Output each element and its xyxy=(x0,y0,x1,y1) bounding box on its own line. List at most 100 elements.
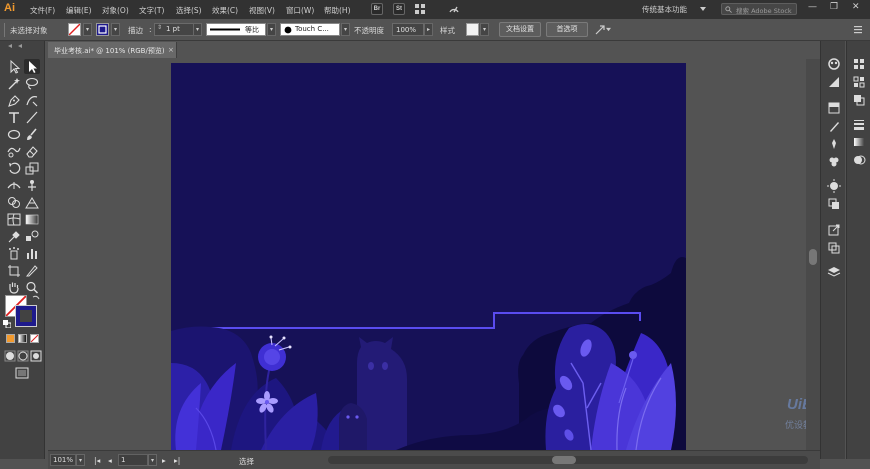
variable-width-profile[interactable]: 等比 xyxy=(206,23,266,36)
close-window-button[interactable]: ✕ xyxy=(852,2,860,12)
stroke-panel-icon[interactable] xyxy=(852,117,866,131)
gradient-panel-icon[interactable] xyxy=(852,135,866,149)
screen-mode-icon[interactable] xyxy=(14,366,30,380)
width-tool-icon[interactable] xyxy=(6,178,22,193)
stepper-arrows-icon[interactable]: ⇕ xyxy=(157,24,162,31)
pathfinder-icon[interactable] xyxy=(852,93,866,107)
symbol-sprayer-tool-icon[interactable] xyxy=(6,246,22,261)
align-icon[interactable] xyxy=(852,57,866,71)
panel-collapse-icon[interactable] xyxy=(6,44,38,48)
first-page-button[interactable]: |◂ xyxy=(94,456,100,465)
stroke-dropdown[interactable]: ▾ xyxy=(111,23,120,36)
graphic-style-dropdown[interactable]: ▾ xyxy=(480,23,489,36)
puppet-warp-tool-icon[interactable] xyxy=(24,178,40,193)
scale-tool-icon[interactable] xyxy=(24,161,40,176)
zoom-field[interactable]: 101% xyxy=(50,454,76,466)
direct-selection-tool-icon[interactable] xyxy=(24,59,40,74)
eraser-tool-icon[interactable] xyxy=(24,144,40,159)
menu-view[interactable]: 视图(V) xyxy=(249,5,275,16)
menu-window[interactable]: 窗口(W) xyxy=(286,5,314,16)
menu-select[interactable]: 选择(S) xyxy=(176,5,202,16)
stock-search-input[interactable]: 搜索 Adobe Stock xyxy=(721,3,797,15)
appearance-icon[interactable] xyxy=(827,179,841,193)
perspective-grid-tool-icon[interactable] xyxy=(24,195,40,210)
graphic-style-swatch[interactable] xyxy=(466,23,479,36)
pen-tool-icon[interactable] xyxy=(6,93,22,108)
graphic-styles-icon[interactable] xyxy=(827,155,841,169)
page-field[interactable]: 1 xyxy=(118,454,148,466)
gpu-performance-icon[interactable] xyxy=(448,3,460,15)
artboard-tool-icon[interactable] xyxy=(6,263,22,278)
panel-grip-icon[interactable] xyxy=(3,23,7,37)
restore-button[interactable]: ❐ xyxy=(830,2,838,12)
blend-tool-icon[interactable] xyxy=(24,229,40,244)
brush-definition[interactable]: Touch C... xyxy=(280,23,340,36)
swap-colors-icon[interactable] xyxy=(32,294,40,302)
horizontal-scrollbar-thumb[interactable] xyxy=(552,456,576,464)
prev-page-button[interactable]: ◂ xyxy=(108,456,112,465)
profile-dropdown[interactable]: ▾ xyxy=(267,23,276,36)
line-segment-tool-icon[interactable] xyxy=(24,110,40,125)
transparency-panel-icon[interactable] xyxy=(852,153,866,167)
menu-object[interactable]: 对象(O) xyxy=(102,5,129,16)
artboard[interactable] xyxy=(171,63,686,450)
magic-wand-tool-icon[interactable] xyxy=(6,76,22,91)
document-setup-button[interactable]: 文档设置 xyxy=(499,22,541,37)
last-page-button[interactable]: ▸| xyxy=(174,456,180,465)
menu-file[interactable]: 文件(F) xyxy=(30,5,55,16)
minimize-button[interactable]: — xyxy=(808,2,817,12)
none-mode-button[interactable] xyxy=(30,334,39,343)
gradient-mode-button[interactable] xyxy=(18,334,27,343)
color-guide-icon[interactable] xyxy=(827,75,841,89)
rotate-tool-icon[interactable] xyxy=(6,161,22,176)
fill-swatch[interactable] xyxy=(68,23,81,36)
transform-icon[interactable] xyxy=(852,75,866,89)
draw-inside-icon[interactable] xyxy=(30,350,42,362)
opacity-field[interactable]: 100% xyxy=(392,23,424,36)
vertical-scrollbar[interactable] xyxy=(806,59,820,450)
shape-builder-tool-icon[interactable] xyxy=(6,195,22,210)
close-document-button[interactable]: × xyxy=(168,46,174,54)
default-colors-icon[interactable] xyxy=(3,320,11,328)
page-dropdown[interactable]: ▾ xyxy=(148,454,157,466)
bridge-badge[interactable]: Br xyxy=(371,3,383,15)
transparency-icon[interactable] xyxy=(827,197,841,211)
fill-dropdown[interactable]: ▾ xyxy=(83,23,92,36)
zoom-tool-icon[interactable] xyxy=(24,280,40,295)
type-tool-icon[interactable] xyxy=(6,110,22,125)
workspace-switcher[interactable]: 传统基本功能 xyxy=(642,4,687,15)
control-menu-icon[interactable] xyxy=(852,23,864,35)
scrollbar-thumb[interactable] xyxy=(809,249,817,265)
ellipse-tool-icon[interactable] xyxy=(6,127,22,142)
menu-type[interactable]: 文字(T) xyxy=(139,5,164,16)
stroke-swatch[interactable] xyxy=(96,23,109,36)
opacity-dropdown[interactable]: ▸ xyxy=(424,23,433,36)
color-mode-button[interactable] xyxy=(6,334,15,343)
horizontal-scrollbar[interactable] xyxy=(328,456,808,464)
lasso-tool-icon[interactable] xyxy=(24,76,40,91)
menu-edit[interactable]: 编辑(E) xyxy=(66,5,92,16)
draw-behind-icon[interactable] xyxy=(17,350,29,362)
arrange-documents-icon[interactable] xyxy=(414,3,426,15)
curvature-tool-icon[interactable] xyxy=(24,93,40,108)
slice-tool-icon[interactable] xyxy=(24,263,40,278)
paintbrush-tool-icon[interactable] xyxy=(24,127,40,142)
eyedropper-tool-icon[interactable] xyxy=(6,229,22,244)
stroke-weight-dropdown[interactable]: ▾ xyxy=(193,23,202,36)
document-tab[interactable]: 毕业考核.ai* @ 101% (RGB/预览) × xyxy=(48,42,177,58)
stock-badge[interactable]: St xyxy=(393,3,405,15)
artboards-icon[interactable] xyxy=(827,241,841,255)
chevron-down-icon[interactable] xyxy=(606,27,611,32)
quick-actions-icon[interactable] xyxy=(594,24,606,36)
chevron-down-icon[interactable] xyxy=(700,6,706,12)
menu-help[interactable]: 帮助(H) xyxy=(324,5,351,16)
selection-tool-icon[interactable] xyxy=(6,59,22,74)
shaper-tool-icon[interactable] xyxy=(6,144,22,159)
hand-tool-icon[interactable] xyxy=(6,280,22,295)
gradient-tool-icon[interactable] xyxy=(24,212,40,227)
draw-normal-icon[interactable] xyxy=(4,350,16,362)
mesh-tool-icon[interactable] xyxy=(6,212,22,227)
color-panel-icon[interactable] xyxy=(827,57,841,71)
swatches-icon[interactable] xyxy=(827,101,841,115)
zoom-dropdown[interactable]: ▾ xyxy=(76,454,85,466)
